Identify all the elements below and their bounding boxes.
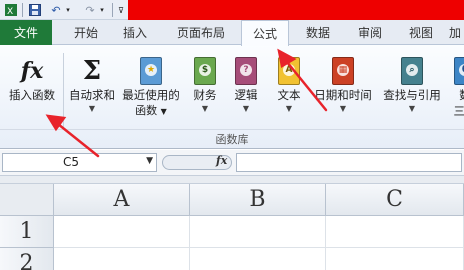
- recently-used-button[interactable]: ★ 最近使用的 函数 ▼: [118, 45, 184, 129]
- qat-divider: [22, 3, 23, 17]
- ribbon-tabs: 文件 开始 插入 页面布局 公式 数据 审阅 视图 加: [0, 20, 464, 46]
- star-book-icon: ★: [137, 55, 165, 87]
- tab-file[interactable]: 文件: [0, 20, 52, 45]
- tab-review[interactable]: 审阅: [346, 20, 394, 45]
- cell-a1[interactable]: [54, 216, 190, 248]
- quick-access-toolbar: X ↶ ▾ ↷ ▾ ⊽: [0, 0, 464, 20]
- datetime-button[interactable]: ▦ 日期和时间 ▼: [310, 45, 376, 129]
- cell-c2[interactable]: [326, 248, 464, 270]
- math-book-icon: θ: [451, 55, 464, 87]
- row-header-2[interactable]: 2: [0, 248, 54, 270]
- select-all-corner[interactable]: [0, 184, 54, 216]
- grid-top-strip: [0, 176, 464, 184]
- insert-function-button[interactable]: fx 插入函数: [4, 45, 60, 129]
- math-trig-button[interactable]: θ 数 三角: [448, 45, 464, 129]
- row-header-1[interactable]: 1: [0, 216, 54, 248]
- tab-formulas[interactable]: 公式: [241, 20, 289, 46]
- qat-divider: [112, 3, 113, 17]
- recently-used-label-1: 最近使用的: [122, 88, 180, 102]
- tab-data[interactable]: 数据: [294, 20, 342, 45]
- magnifier-book-icon: ⌕: [398, 55, 426, 87]
- customize-qat-icon[interactable]: ⊽: [116, 3, 126, 17]
- formula-bar: C5 ▼ fx: [0, 150, 464, 176]
- sigma-icon: Σ: [82, 56, 102, 86]
- lookup-reference-label: 查找与引用: [383, 88, 441, 102]
- chevron-down-icon[interactable]: ▼: [146, 156, 153, 166]
- column-header-c[interactable]: C: [326, 184, 464, 216]
- cell-a2[interactable]: [54, 248, 190, 270]
- chevron-down-icon: ▼: [242, 104, 250, 113]
- chevron-down-icon: ▼: [201, 104, 209, 113]
- lookup-reference-button[interactable]: ⌕ 查找与引用 ▼: [378, 45, 446, 129]
- name-box-value: C5: [62, 155, 79, 169]
- math-trig-label-1: 数: [459, 87, 464, 103]
- insert-function-label: 插入函数: [9, 88, 55, 102]
- chevron-down-icon: ▼: [408, 104, 416, 113]
- autosum-label: 自动求和: [69, 88, 115, 102]
- undo-icon[interactable]: ↶: [48, 3, 64, 17]
- logical-book-icon: ?: [232, 55, 260, 87]
- financial-button[interactable]: $ 财务 ▼: [186, 45, 224, 129]
- name-box[interactable]: C5 ▼: [2, 153, 157, 172]
- recently-used-label-2: 函数 ▼: [135, 104, 167, 117]
- autosum-button[interactable]: Σ 自动求和 ▼: [66, 45, 118, 129]
- column-header-a[interactable]: A: [54, 184, 190, 216]
- financial-book-icon: $: [191, 55, 219, 87]
- cell-b2[interactable]: [190, 248, 326, 270]
- ribbon-function-library: fx 插入函数 Σ 自动求和 ▼ ★ 最近使用的 函数 ▼ $ 财务 ▼ ? 逻…: [0, 45, 464, 149]
- fx-icon: fx: [20, 58, 44, 84]
- undo-dropdown-icon[interactable]: ▾: [64, 3, 72, 17]
- redo-dropdown-icon[interactable]: ▾: [98, 3, 106, 17]
- chevron-down-icon: ▼: [285, 104, 293, 113]
- cell-b1[interactable]: [190, 216, 326, 248]
- cell-c1[interactable]: [326, 216, 464, 248]
- svg-text:X: X: [7, 7, 13, 16]
- worksheet-grid: A B C 1 2: [0, 176, 464, 270]
- text-book-icon: A: [275, 55, 303, 87]
- financial-label: 财务: [193, 88, 217, 102]
- redo-icon[interactable]: ↷: [82, 3, 98, 17]
- text-button[interactable]: A 文本 ▼: [270, 45, 308, 129]
- formula-input[interactable]: [236, 153, 462, 172]
- title-bar-highlight: [128, 0, 464, 20]
- tab-page-layout[interactable]: 页面布局: [164, 20, 238, 45]
- calendar-book-icon: ▦: [329, 55, 357, 87]
- column-header-b[interactable]: B: [190, 184, 326, 216]
- math-trig-label-2: 三角: [453, 104, 464, 118]
- excel-logo-icon: X: [4, 3, 18, 17]
- function-library-group-label: 函数库: [215, 133, 249, 146]
- ribbon-group-divider: [0, 129, 464, 130]
- ribbon-divider: [63, 53, 64, 129]
- logical-button[interactable]: ? 逻辑 ▼: [228, 45, 264, 129]
- logical-label: 逻辑: [234, 88, 258, 102]
- chevron-down-icon: ▼: [339, 104, 347, 113]
- datetime-label: 日期和时间: [314, 88, 372, 102]
- insert-function-fx-icon[interactable]: fx: [216, 154, 227, 167]
- tab-addins[interactable]: 加: [446, 20, 464, 45]
- save-icon[interactable]: [28, 3, 42, 17]
- chevron-down-icon: ▼: [88, 104, 96, 113]
- tab-home[interactable]: 开始: [60, 20, 112, 45]
- text-label: 文本: [277, 88, 301, 102]
- tab-view[interactable]: 视图: [398, 20, 444, 45]
- tab-insert[interactable]: 插入: [112, 20, 158, 45]
